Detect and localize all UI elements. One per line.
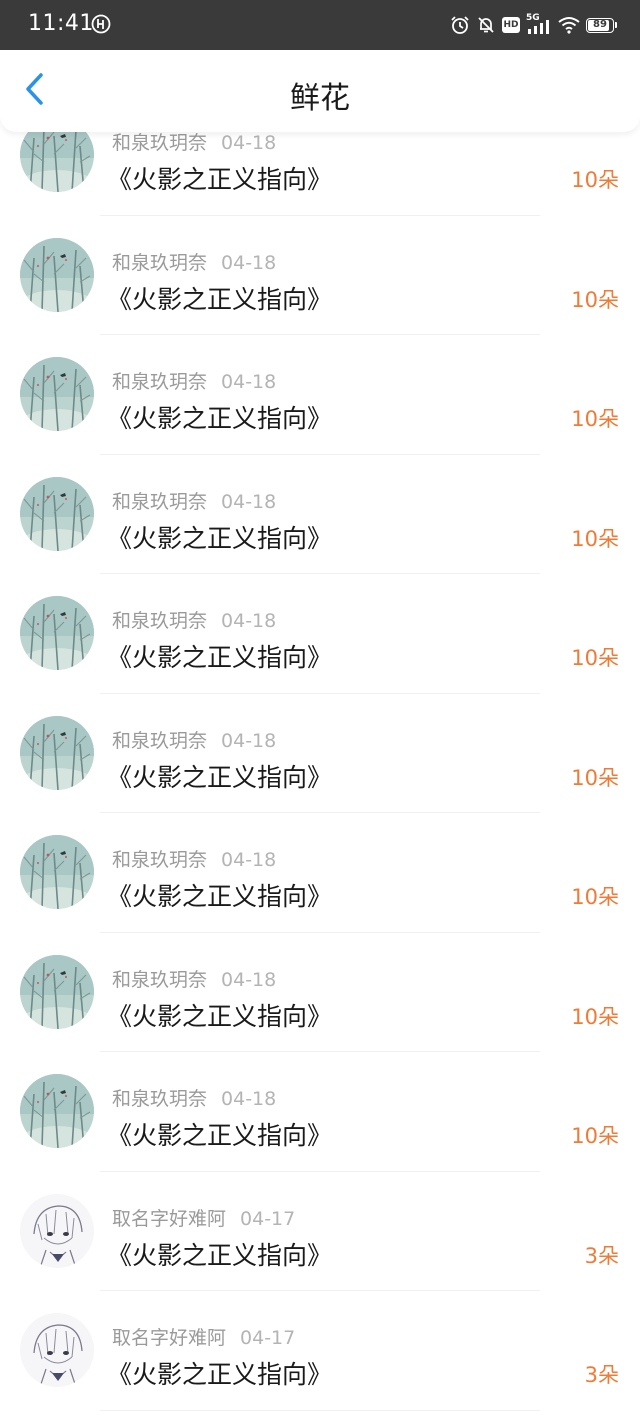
username[interactable]: 和泉玖玥奈 xyxy=(112,132,207,154)
mute-icon xyxy=(476,15,496,35)
book-title[interactable]: 《火影之正义指向》 xyxy=(107,1355,332,1391)
username[interactable]: 和泉玖玥奈 xyxy=(112,371,207,393)
list-item[interactable]: 和泉玖玥奈 04-18 《火影之正义指向》 10朵 xyxy=(0,694,640,813)
list-item[interactable]: 和泉玖玥奈 04-18 《火影之正义指向》 10朵 xyxy=(0,574,640,694)
avatar[interactable] xyxy=(20,1313,94,1387)
flower-count: 10朵 xyxy=(571,407,619,431)
item-meta: 和泉玖玥奈 04-18 xyxy=(112,726,276,753)
item-date: 04-18 xyxy=(221,251,277,274)
avatar[interactable] xyxy=(20,835,94,909)
avatar[interactable] xyxy=(20,1193,94,1268)
avatar[interactable] xyxy=(20,1074,94,1148)
app-notification-icon xyxy=(91,14,111,34)
flower-count: 10朵 xyxy=(571,646,619,670)
book-title[interactable]: 《火影之正义指向》 xyxy=(107,1116,332,1152)
item-date: 04-18 xyxy=(221,1088,277,1110)
username[interactable]: 和泉玖玥奈 xyxy=(112,1088,207,1110)
list-item[interactable]: 和泉玖玥奈 04-18 《火影之正义指向》 10朵 xyxy=(0,933,640,1052)
username[interactable]: 取名字好难阿 xyxy=(112,1208,226,1230)
username[interactable]: 和泉玖玥奈 xyxy=(112,969,207,991)
item-date: 04-18 xyxy=(221,490,277,513)
item-meta: 取名字好难阿 04-17 xyxy=(112,1323,295,1350)
item-meta: 和泉玖玥奈 04-18 xyxy=(112,248,276,275)
status-bar: 11:41 HD 5G 89 xyxy=(0,0,640,50)
list-item[interactable]: 和泉玖玥奈 04-18 《火影之正义指向》 10朵 xyxy=(0,1052,640,1172)
book-title[interactable]: 《火影之正义指向》 xyxy=(107,997,332,1033)
item-meta: 和泉玖玥奈 04-18 xyxy=(112,128,276,155)
item-meta: 和泉玖玥奈 04-18 xyxy=(112,367,276,394)
item-date: 04-18 xyxy=(221,849,277,871)
username[interactable]: 和泉玖玥奈 xyxy=(112,252,207,274)
flower-count: 10朵 xyxy=(571,885,619,909)
battery-icon: 89 xyxy=(586,17,617,33)
avatar[interactable] xyxy=(20,596,94,670)
flower-count: 3朵 xyxy=(584,1243,619,1268)
item-date: 04-18 xyxy=(221,132,277,154)
item-meta: 和泉玖玥奈 04-18 xyxy=(112,1084,276,1111)
username[interactable]: 取名字好难阿 xyxy=(112,1327,226,1349)
username[interactable]: 和泉玖玥奈 xyxy=(112,610,207,632)
list-item[interactable]: 取名字好难阿 04-17 《火影之正义指向》 3朵 xyxy=(0,1172,640,1291)
signal-icon: 5G xyxy=(526,13,552,36)
book-title[interactable]: 《火影之正义指向》 xyxy=(107,758,332,794)
item-date: 04-18 xyxy=(221,729,277,752)
book-title[interactable]: 《火影之正义指向》 xyxy=(107,160,332,196)
status-time: 11:41 xyxy=(28,11,94,36)
alarm-icon xyxy=(450,15,470,35)
list-item[interactable]: 和泉玖玥奈 04-18 《火影之正义指向》 10朵 xyxy=(0,813,640,933)
flower-count: 10朵 xyxy=(571,526,619,551)
item-meta: 和泉玖玥奈 04-18 xyxy=(112,606,276,633)
avatar[interactable] xyxy=(20,357,94,431)
username[interactable]: 和泉玖玥奈 xyxy=(112,730,207,752)
avatar[interactable] xyxy=(20,954,94,1029)
book-title[interactable]: 《火影之正义指向》 xyxy=(107,280,332,316)
avatar[interactable] xyxy=(20,476,94,551)
flower-count: 10朵 xyxy=(571,287,619,312)
flower-count: 10朵 xyxy=(571,1124,619,1148)
username[interactable]: 和泉玖玥奈 xyxy=(112,491,207,513)
book-title[interactable]: 《火影之正义指向》 xyxy=(107,519,332,555)
book-title[interactable]: 《火影之正义指向》 xyxy=(107,1236,332,1272)
divider xyxy=(100,1409,540,1411)
item-meta: 和泉玖玥奈 04-18 xyxy=(112,845,276,872)
flower-count: 10朵 xyxy=(571,168,619,192)
item-meta: 和泉玖玥奈 04-18 xyxy=(112,487,276,514)
item-date: 04-18 xyxy=(221,610,277,632)
item-date: 04-18 xyxy=(221,371,277,393)
list-item[interactable]: 和泉玖玥奈 04-18 《火影之正义指向》 10朵 xyxy=(0,216,640,335)
avatar[interactable] xyxy=(20,237,94,312)
chevron-left-icon xyxy=(24,72,46,110)
book-title[interactable]: 《火影之正义指向》 xyxy=(107,877,332,913)
item-date: 04-18 xyxy=(221,968,277,991)
list-item[interactable]: 和泉玖玥奈 04-18 《火影之正义指向》 10朵 xyxy=(0,335,640,455)
flower-list: 和泉玖玥奈 04-18 《火影之正义指向》 10朵 和泉玖玥奈 04-18 《火影之正义指… xyxy=(0,96,640,1411)
flower-count: 10朵 xyxy=(571,1004,619,1029)
page-title: 鲜花 xyxy=(290,81,350,116)
item-date: 04-17 xyxy=(240,1207,296,1230)
avatar[interactable] xyxy=(20,715,94,790)
list-item[interactable]: 取名字好难阿 04-17 《火影之正义指向》 3朵 xyxy=(0,1291,640,1411)
item-date: 04-17 xyxy=(240,1327,296,1349)
item-meta: 取名字好难阿 04-17 xyxy=(112,1204,295,1231)
back-button[interactable] xyxy=(14,70,56,112)
item-meta: 和泉玖玥奈 04-18 xyxy=(112,965,276,992)
book-title[interactable]: 《火影之正义指向》 xyxy=(107,399,332,435)
username[interactable]: 和泉玖玥奈 xyxy=(112,849,207,871)
battery-level: 89 xyxy=(593,18,607,30)
nav-header: 鲜花 xyxy=(0,50,640,132)
book-title[interactable]: 《火影之正义指向》 xyxy=(107,638,332,674)
hd-icon: HD xyxy=(502,17,520,33)
flower-count: 10朵 xyxy=(571,765,619,790)
flower-count: 3朵 xyxy=(584,1363,619,1387)
wifi-icon xyxy=(558,16,580,34)
list-item[interactable]: 和泉玖玥奈 04-18 《火影之正义指向》 10朵 xyxy=(0,455,640,574)
